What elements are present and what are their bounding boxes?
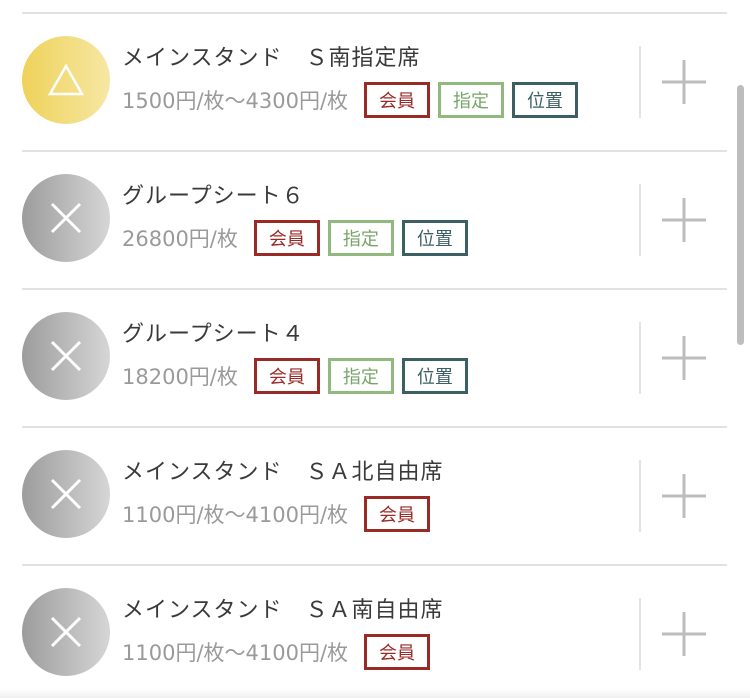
add-button[interactable] [660,610,708,658]
plus-icon [662,336,706,380]
availability-badge [22,174,110,262]
seat-name: メインスタンド ＳＡ北自由席 [122,460,444,485]
position-badge: 位置 [512,82,579,118]
plus-icon [662,474,706,518]
availability-badge [22,312,110,400]
reserved-badge: 指定 [327,220,394,256]
member-badge: 会員 [253,220,320,256]
add-button[interactable] [660,196,708,244]
cross-icon [50,616,82,648]
availability-badge [22,450,110,538]
seat-row: メインスタンド ＳＡ北自由席 1100円/枚〜4100円/枚 会員 [22,426,727,566]
seat-row: グループシート６ 26800円/枚 会員 指定 位置 [22,150,727,290]
divider [639,46,641,118]
member-badge: 会員 [364,82,431,118]
divider [639,322,641,394]
plus-icon [662,198,706,242]
add-button[interactable] [660,334,708,382]
seat-list: メインスタンド Ｓ南指定席 1500円/枚〜4300円/枚 会員 指定 位置 グ… [0,0,750,698]
availability-badge [22,588,110,676]
plus-icon [662,60,706,104]
seat-price: 26800円/枚 [122,227,238,251]
triangle-icon [48,64,84,96]
seat-price: 1500円/枚〜4300円/枚 [122,89,349,113]
seat-meta: 1500円/枚〜4300円/枚 会員 指定 位置 [122,80,586,120]
member-badge: 会員 [364,634,431,670]
seat-name: グループシート６ [122,184,305,209]
divider [639,598,641,670]
divider [639,184,641,256]
plus-icon [662,612,706,656]
member-badge: 会員 [253,358,320,394]
seat-name: メインスタンド Ｓ南指定席 [122,46,421,71]
position-badge: 位置 [401,220,468,256]
seat-row: グループシート４ 18200円/枚 会員 指定 位置 [22,288,727,428]
seat-price: 1100円/枚〜4100円/枚 [122,503,349,527]
position-badge: 位置 [401,358,468,394]
seat-price: 18200円/枚 [122,365,238,389]
cross-icon [50,478,82,510]
add-button[interactable] [660,472,708,520]
member-badge: 会員 [364,496,431,532]
availability-badge [22,36,110,124]
seat-meta: 1100円/枚〜4100円/枚 会員 [122,632,438,672]
seat-meta: 26800円/枚 会員 指定 位置 [122,218,476,258]
seat-name: メインスタンド ＳＡ南自由席 [122,598,444,623]
seat-row: メインスタンド Ｓ南指定席 1500円/枚〜4300円/枚 会員 指定 位置 [22,12,727,152]
cross-icon [50,202,82,234]
reserved-badge: 指定 [327,358,394,394]
seat-meta: 1100円/枚〜4100円/枚 会員 [122,494,438,534]
seat-row: メインスタンド ＳＡ南自由席 1100円/枚〜4100円/枚 会員 [22,564,727,698]
reserved-badge: 指定 [438,82,505,118]
cross-icon [50,340,82,372]
divider [639,460,641,532]
bottom-fade [0,688,750,698]
seat-price: 1100円/枚〜4100円/枚 [122,641,349,665]
add-button[interactable] [660,58,708,106]
seat-meta: 18200円/枚 会員 指定 位置 [122,356,476,396]
seat-name: グループシート４ [122,322,305,347]
scrollbar[interactable] [737,85,744,345]
